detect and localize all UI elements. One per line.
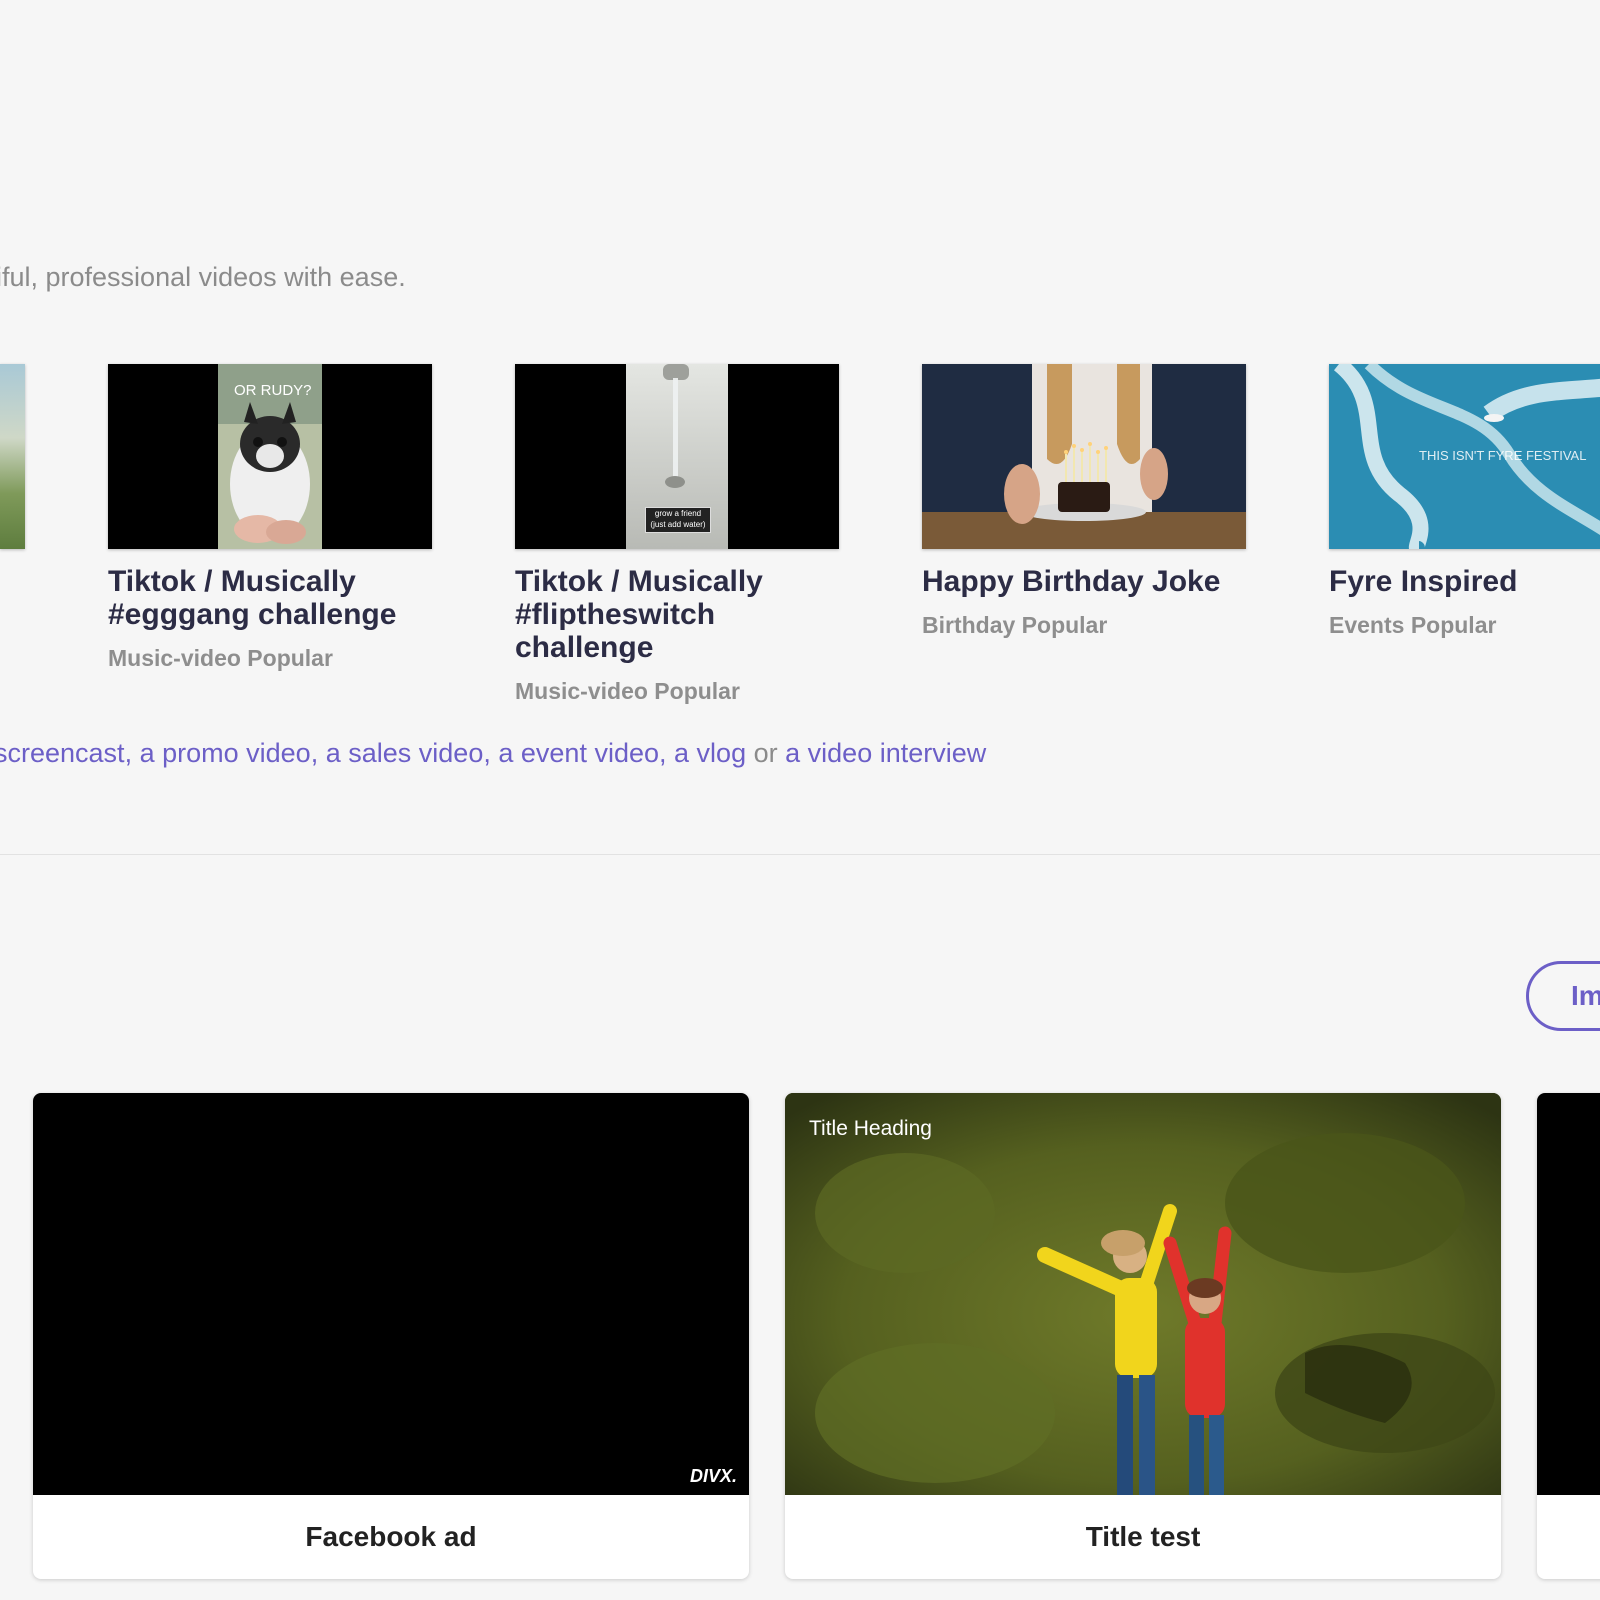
template-tags: Music-video Popular (515, 678, 740, 704)
moss-landscape-image (785, 1093, 1501, 1495)
template-title[interactable]: Tiktok / Musically #egggang challenge (108, 565, 432, 631)
import-button[interactable]: Im (1526, 961, 1600, 1031)
project-preview[interactable]: DIVX. (33, 1093, 749, 1495)
thumbnail-caption: THIS ISN'T FYRE FESTIVAL (1419, 448, 1587, 463)
project-card-facebook-ad[interactable]: DIVX. Facebook ad (33, 1093, 749, 1579)
link-video-interview[interactable]: a video interview (785, 738, 986, 768)
template-card-fliptheswitch[interactable]: grow a friend (just add water) Tiktok / … (515, 364, 839, 705)
video-type-links: screencast, a promo video, a sales video… (0, 738, 986, 769)
template-thumbnail[interactable]: THIS ISN'T FYRE FESTIVAL (1329, 364, 1600, 549)
divx-logo: DIVX. (689, 1466, 737, 1486)
project-title[interactable]: Title test (785, 1495, 1501, 1579)
template-thumbnail-partial[interactable] (0, 364, 25, 549)
link-separator: , (659, 738, 667, 768)
template-tags: Music-video Popular (108, 645, 333, 671)
template-thumbnail[interactable]: OR RUDY? (108, 364, 432, 549)
link-sales-video[interactable]: a sales video (326, 738, 484, 768)
template-title[interactable]: Tiktok / Musically #fliptheswitch challe… (515, 565, 839, 664)
template-tags: Events Popular (1329, 612, 1497, 638)
thumbnail-caption-line: (just add water) (650, 520, 706, 529)
template-card-egggang[interactable]: OR RUDY? Tiktok / Musically #egggang cha… (108, 364, 432, 672)
link-separator: , (124, 738, 133, 768)
thumbnail-caption: OR RUDY? (234, 382, 312, 399)
section-divider (0, 854, 1600, 855)
link-separator: , (310, 738, 319, 768)
cake-thumbnail-image (922, 364, 1246, 549)
project-title[interactable] (1537, 1495, 1600, 1579)
link-separator: , (483, 738, 491, 768)
template-thumbnail[interactable]: grow a friend (just add water) (515, 364, 839, 549)
template-card-birthday[interactable]: Happy Birthday Joke Birthday Popular (922, 364, 1246, 639)
link-vlog[interactable]: a vlog (674, 738, 746, 768)
project-preview[interactable]: Title Heading (785, 1093, 1501, 1495)
link-promo-video[interactable]: a promo video (140, 738, 311, 768)
title-heading-overlay: Title Heading (809, 1117, 932, 1140)
template-title[interactable]: Fyre Inspired (1329, 565, 1600, 598)
template-tags: Birthday Popular (922, 612, 1108, 638)
thumbnail-caption-line: grow a friend (654, 509, 702, 518)
link-or: or (753, 738, 778, 768)
project-card-title-test[interactable]: Title Heading Title test (785, 1093, 1501, 1579)
template-title[interactable]: Happy Birthday Joke (922, 565, 1246, 598)
link-event-video[interactable]: a event video (498, 738, 659, 768)
template-thumbnail[interactable] (922, 364, 1246, 549)
link-screencast[interactable]: screencast (0, 738, 125, 768)
project-title[interactable]: Facebook ad (33, 1495, 749, 1579)
hero-subtitle: iful, professional videos with ease. (0, 262, 406, 292)
project-preview[interactable] (1537, 1093, 1600, 1495)
template-card-fyre[interactable]: THIS ISN'T FYRE FESTIVAL Fyre Inspired E… (1329, 364, 1600, 639)
project-card-partial[interactable] (1537, 1093, 1600, 1579)
thumbnail-caption-box: grow a friend (just add water) (645, 507, 711, 533)
